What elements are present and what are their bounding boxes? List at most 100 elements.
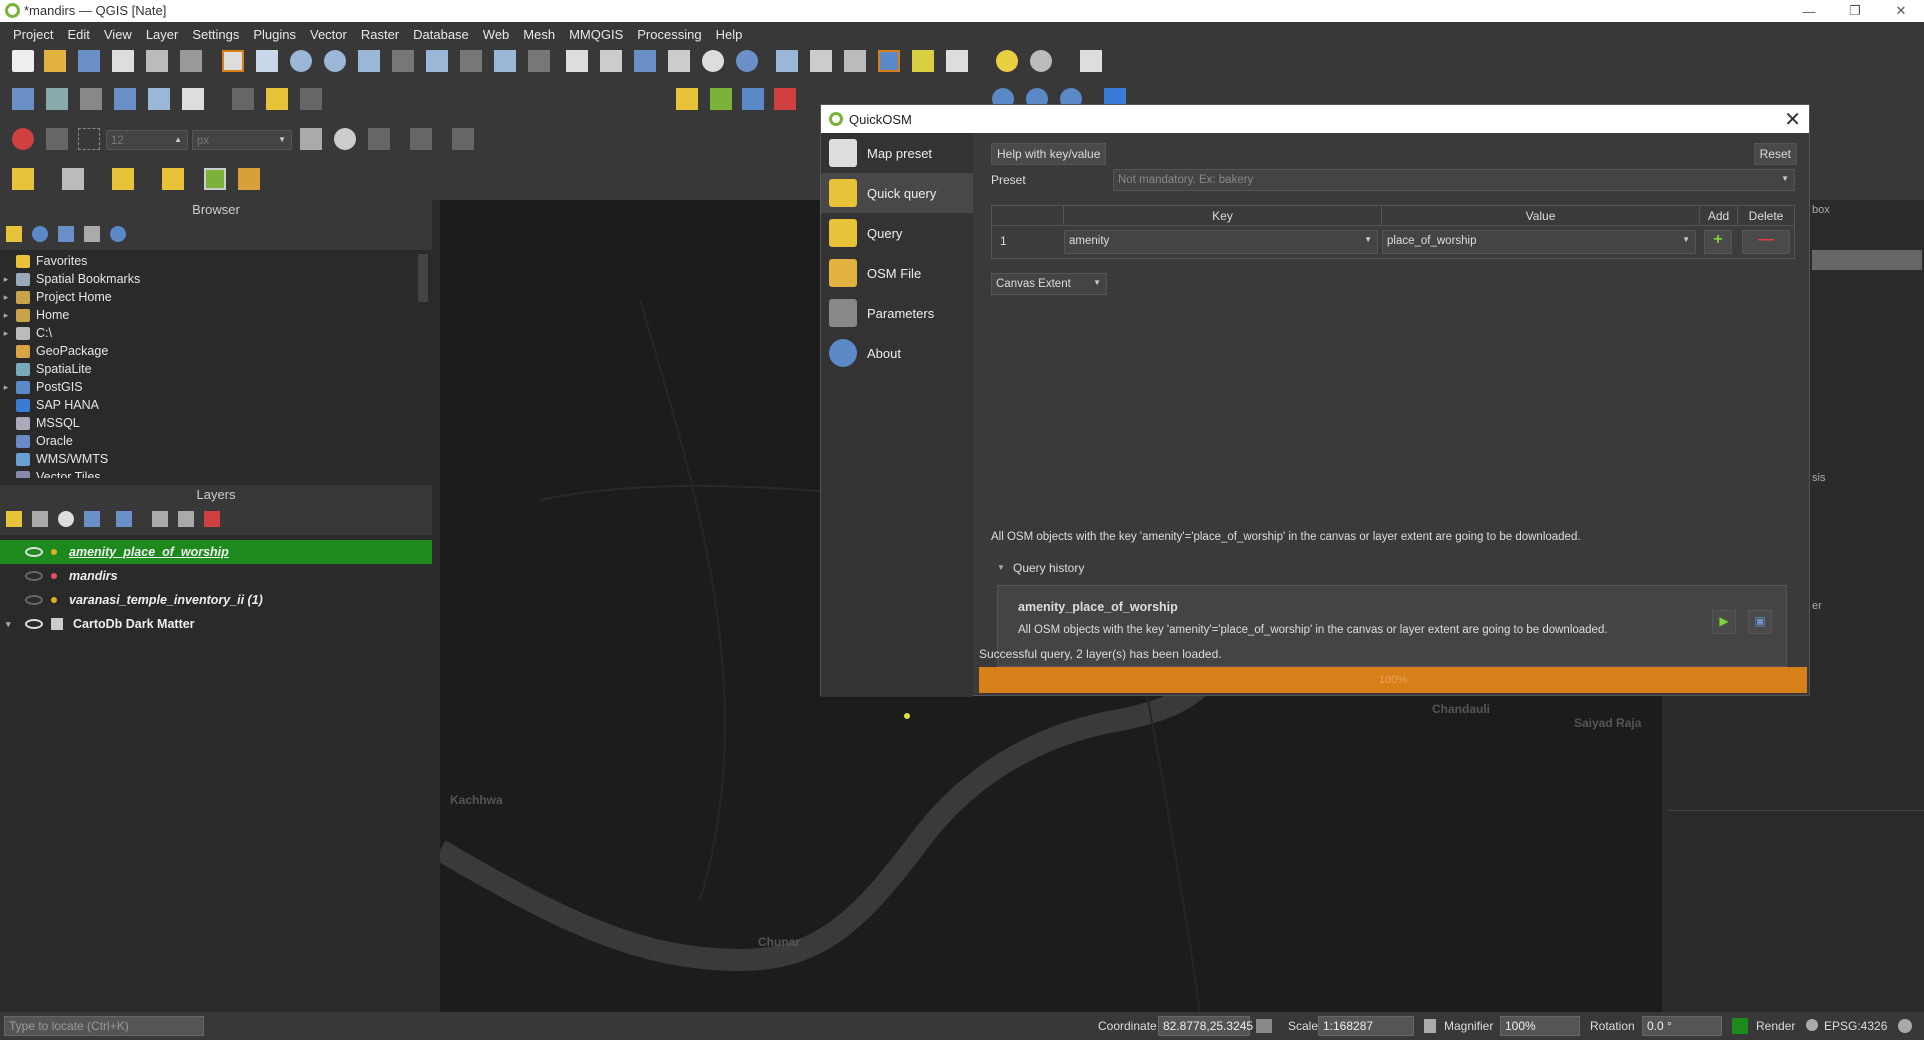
eye-icon[interactable] [25,547,43,557]
nav-about[interactable]: About [821,333,973,373]
new-virtual-layer-icon[interactable] [182,88,204,110]
zoom-selection-icon[interactable] [392,50,414,72]
menu-help[interactable]: Help [709,27,750,42]
new-shapefile-icon[interactable] [114,88,136,110]
browser-info-icon[interactable] [110,226,126,242]
menu-edit[interactable]: Edit [60,27,96,42]
extent-select[interactable]: Canvas Extent ▼ [991,273,1107,295]
menu-vector[interactable]: Vector [303,27,354,42]
snapping-unit-select[interactable]: px ▼ [192,130,292,150]
add-selected-icon[interactable] [6,226,22,242]
zoom-next-icon[interactable] [528,50,550,72]
tracing-icon[interactable] [368,128,390,150]
filter-legend-icon[interactable] [84,511,100,527]
messages-icon[interactable] [1898,1019,1912,1033]
nav-query[interactable]: Query [821,213,973,253]
browser-item[interactable]: WMS/WMTS [0,450,432,468]
close-window-icon[interactable]: ✕ [1878,0,1924,22]
field-calculator-icon[interactable] [844,50,866,72]
browser-item[interactable]: ▸ Project Home [0,288,432,306]
pan-map-icon[interactable] [222,50,244,72]
eye-icon[interactable] [25,619,43,629]
restore-icon[interactable]: ❐ [1832,0,1878,22]
reset-button[interactable]: Reset [1753,143,1797,165]
rotation-field[interactable]: 0.0 ° [1642,1016,1722,1036]
new-bookmark-icon[interactable] [634,50,656,72]
menu-mesh[interactable]: Mesh [516,27,562,42]
minimize-icon[interactable]: — [1786,0,1832,22]
measure-icon[interactable] [946,50,968,72]
quickosm-icon[interactable] [204,168,226,190]
layer-row-mandirs[interactable]: mandirs [0,564,432,588]
current-edits-icon[interactable] [232,88,254,110]
browser-item[interactable]: MSSQL [0,414,432,432]
browser-item[interactable]: Vector Tiles [0,468,432,478]
remove-layer-icon[interactable] [204,511,220,527]
key-combo[interactable]: amenity ▼ [1064,230,1378,254]
scale-combo[interactable]: 1:168287 [1318,1016,1414,1036]
zoom-full-icon[interactable] [358,50,380,72]
dialog-scrollbar[interactable] [1797,133,1807,667]
menu-web[interactable]: Web [476,27,517,42]
nav-quick-query[interactable]: Quick query [821,173,973,213]
refresh-icon[interactable] [736,50,758,72]
menu-layer[interactable]: Layer [139,27,186,42]
snapping-type-icon[interactable] [78,128,100,150]
nav-map-preset[interactable]: Map preset [821,133,973,173]
browser-refresh-icon[interactable] [32,226,48,242]
label-diagram-icon[interactable] [742,88,764,110]
label-toolbar-icon[interactable] [676,88,698,110]
layer-row-amenity[interactable]: amenity_place_of_worship [0,540,432,564]
save-project-icon[interactable] [78,50,100,72]
menu-plugins[interactable]: Plugins [246,27,303,42]
crs-label[interactable]: EPSG:4326 [1824,1019,1887,1033]
add-group-icon[interactable] [32,511,48,527]
new-spatialite-icon[interactable] [148,88,170,110]
browser-item[interactable]: Favorites [0,252,432,270]
zoom-layer-icon[interactable] [426,50,448,72]
menu-database[interactable]: Database [406,27,476,42]
filter-expression-icon[interactable] [116,511,132,527]
preset-combo[interactable]: Not mandatory. Ex: bakery ▼ [1113,169,1795,191]
attribute-table-icon[interactable] [810,50,832,72]
nav-osm-file[interactable]: OSM File [821,253,973,293]
add-row-button[interactable]: + [1704,230,1732,254]
browser-item[interactable]: SpatiaLite [0,360,432,378]
locator-input[interactable]: Type to locate (Ctrl+K) [4,1016,204,1036]
browser-item[interactable]: ▸ C:\ [0,324,432,342]
select-features-icon[interactable] [12,168,34,190]
deselect-icon[interactable] [112,168,134,190]
zoom-last-icon[interactable] [494,50,516,72]
pan-to-selection-icon[interactable] [256,50,278,72]
expand-arrow-icon[interactable]: ▾ [6,619,18,630]
snap-intersection-icon[interactable] [334,128,356,150]
new-map-view-icon[interactable] [566,50,588,72]
select-by-value-icon[interactable] [62,168,84,190]
expand-all-icon[interactable] [152,511,168,527]
show-bookmarks-icon[interactable] [668,50,690,72]
style-manager-icon[interactable] [180,50,202,72]
menu-mmqgis[interactable]: MMQGIS [562,27,630,42]
collapse-arrow-icon[interactable]: ▼ [997,563,1005,572]
browser-item[interactable]: ▸ Spatial Bookmarks [0,270,432,288]
help-key-value-button[interactable]: Help with key/value [991,143,1107,165]
snapping-options-icon[interactable] [452,128,474,150]
menu-processing[interactable]: Processing [630,27,708,42]
query-history-title[interactable]: Query history [1013,561,1084,575]
coordinate-field[interactable]: 82.8778,25.3245 [1158,1016,1253,1036]
menu-raster[interactable]: Raster [354,27,406,42]
layout-manager-icon[interactable] [146,50,168,72]
render-checkbox[interactable] [1732,1018,1748,1034]
dock-search-field[interactable] [1812,250,1922,270]
magnifier-field[interactable]: 100% [1500,1016,1580,1036]
plugin-icon[interactable] [238,168,260,190]
new-3d-view-icon[interactable] [600,50,622,72]
open-project-icon[interactable] [44,50,66,72]
toggle-extents-icon[interactable] [1256,1019,1272,1033]
statistical-summary-icon[interactable] [912,50,934,72]
menu-view[interactable]: View [97,27,139,42]
topological-editing-icon[interactable] [300,128,322,150]
new-print-layout-icon[interactable] [112,50,134,72]
layer-row-varanasi[interactable]: varanasi_temple_inventory_ii (1) [0,588,432,612]
crs-globe-icon[interactable] [1806,1019,1818,1031]
